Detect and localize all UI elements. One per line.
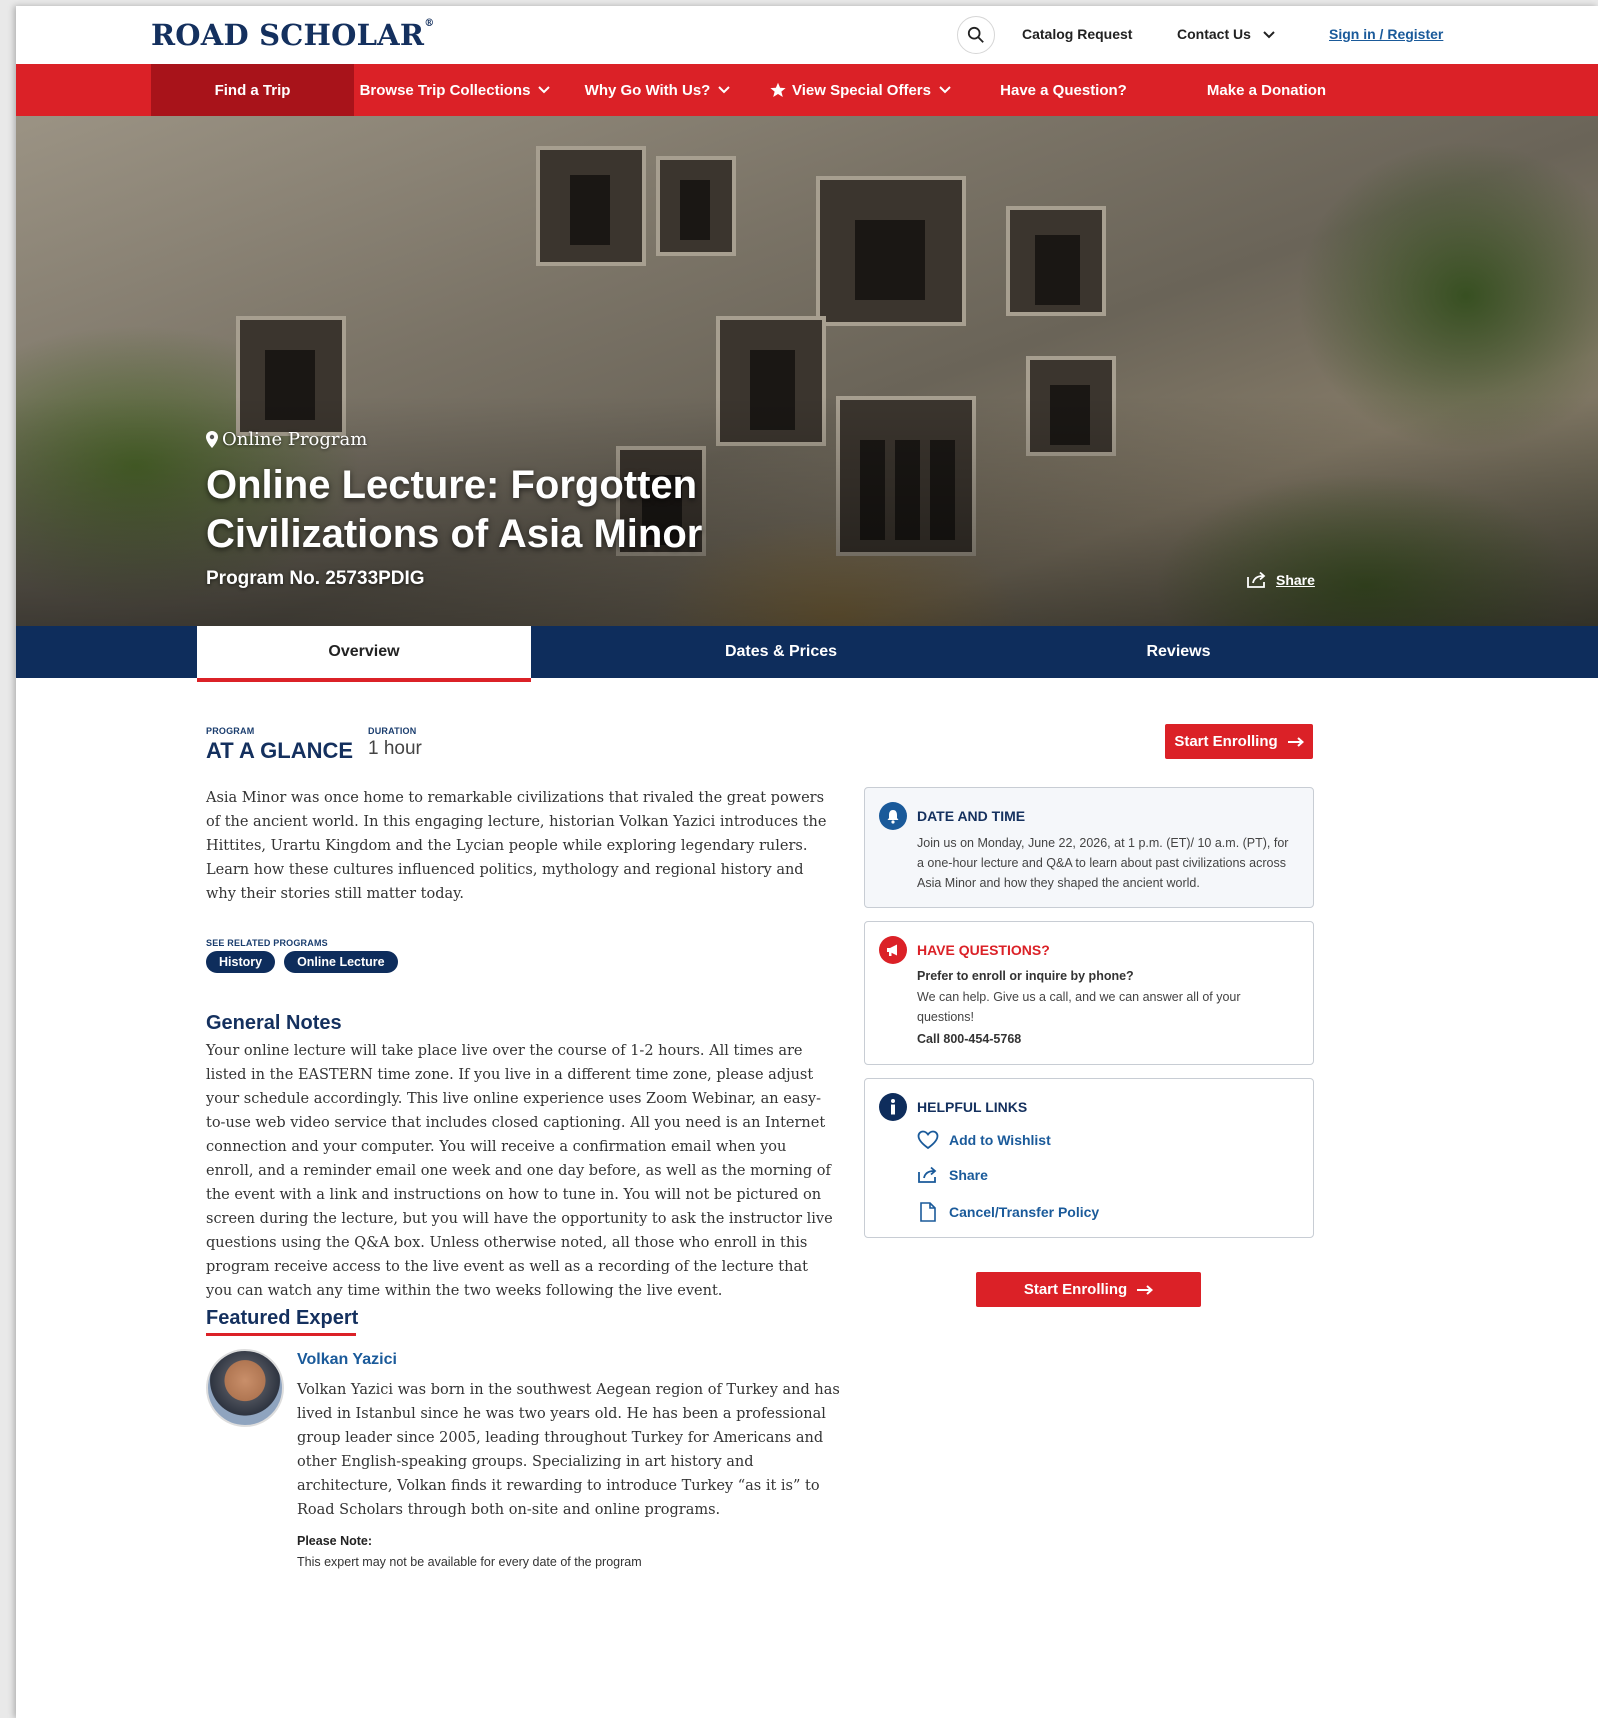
chevron-down-icon (538, 86, 551, 94)
expert-bio: Volkan Yazici was born in the southwest … (297, 1382, 840, 1518)
arrow-right-icon (1137, 1284, 1154, 1295)
hero-location-text: Online Program (222, 429, 368, 450)
have-questions-title: HAVE QUESTIONS? (917, 942, 1050, 958)
start-enrolling-label: Start Enrolling (1023, 1281, 1128, 1298)
expert-name[interactable]: Volkan Yazici (297, 1351, 397, 1369)
at-a-glance-title: AT A GLANCE (206, 738, 354, 763)
nav-label: Browse Trip Collections (359, 81, 531, 99)
info-icon (879, 1093, 907, 1121)
have-questions-text: We can help. Give us a call, and we can … (917, 990, 1241, 1024)
related-programs: History Online Lecture (206, 951, 398, 973)
tag-history[interactable]: History (206, 951, 276, 973)
nav-label: Why Go With Us? (584, 81, 711, 99)
chevron-down-icon (1263, 31, 1275, 39)
general-notes-heading: General Notes (206, 1012, 342, 1034)
nav-find-a-trip[interactable]: Find a Trip (151, 64, 354, 116)
please-note-label: Please Note: (297, 1534, 373, 1548)
nav-label: Find a Trip (214, 81, 291, 99)
date-time-card: DATE AND TIME Join us on Monday, June 22… (864, 787, 1314, 908)
cancel-transfer-policy-label: Cancel/Transfer Policy (949, 1204, 1100, 1220)
expert-avatar (206, 1349, 284, 1427)
browser-page: ROAD SCHOLAR® Catalog Request Contact Us… (16, 6, 1598, 1718)
cancel-transfer-policy-link[interactable]: Cancel/Transfer Policy (917, 1202, 1099, 1222)
search-icon (967, 26, 984, 43)
nav-label: View Special Offers (792, 81, 931, 99)
top-bar: ROAD SCHOLAR® Catalog Request Contact Us… (16, 6, 1598, 64)
start-enrolling-button-top[interactable]: Start Enrolling (1165, 724, 1313, 759)
nav-label: Have a Question? (1000, 81, 1127, 99)
start-enrolling-label: Start Enrolling (1174, 733, 1278, 750)
tab-dates-prices[interactable]: Dates & Prices (616, 626, 946, 678)
nav-make-a-donation[interactable]: Make a Donation (1165, 64, 1368, 116)
rock-tomb (816, 176, 966, 326)
share-icon (1247, 571, 1266, 588)
duration-label: DURATION (368, 726, 417, 736)
tab-overview[interactable]: Overview (197, 626, 531, 682)
arrow-right-icon (1287, 736, 1304, 747)
share-label: Share (949, 1167, 988, 1183)
catalog-request-link[interactable]: Catalog Request (1022, 26, 1132, 42)
duration-value: 1 hour (368, 738, 422, 759)
helpful-links-card: HELPFUL LINKS Add to Wishlist Share Canc… (864, 1078, 1314, 1238)
logo-registered-mark: ® (424, 18, 435, 29)
contact-us-label: Contact Us (1177, 26, 1251, 42)
at-a-glance: PROGRAM AT A GLANCE (206, 726, 353, 764)
heading-underline (206, 1333, 356, 1336)
tag-online-lecture[interactable]: Online Lecture (284, 951, 398, 973)
tab-reviews[interactable]: Reviews (1016, 626, 1341, 678)
chevron-down-icon (939, 86, 951, 94)
nav-have-a-question[interactable]: Have a Question? (962, 64, 1165, 116)
page-title: Online Lecture: Forgotten Civilizations … (206, 463, 703, 556)
hero-banner: Online Program Online Lecture: Forgotten… (16, 116, 1598, 626)
megaphone-icon (879, 936, 907, 964)
contact-us-menu[interactable]: Contact Us (1177, 26, 1275, 42)
add-to-wishlist-link[interactable]: Add to Wishlist (917, 1130, 1051, 1150)
program-description: Asia Minor was once home to remarkable c… (206, 790, 827, 902)
phone-number[interactable]: Call 800-454-5768 (917, 1029, 1297, 1049)
general-notes-text: Your online lecture will take place live… (206, 1043, 833, 1299)
chevron-down-icon (718, 86, 731, 94)
sign-in-register-link[interactable]: Sign in / Register (1329, 26, 1443, 42)
star-icon (770, 82, 786, 98)
nav-browse-trip-collections[interactable]: Browse Trip Collections (354, 64, 556, 116)
road-scholar-logo[interactable]: ROAD SCHOLAR® (151, 18, 434, 52)
hero-share-link[interactable]: Share (1246, 571, 1315, 589)
share-icon (918, 1166, 937, 1183)
rock-tomb (1006, 206, 1106, 316)
bell-icon (879, 802, 907, 830)
duration-block: DURATION 1 hour (368, 726, 422, 760)
please-note-text: This expert may not be available for eve… (297, 1555, 642, 1569)
search-button[interactable] (957, 16, 995, 54)
start-enrolling-button-bottom[interactable]: Start Enrolling (976, 1272, 1201, 1307)
program-number: Program No. 25733PDIG (206, 568, 425, 589)
rock-tomb (536, 146, 646, 266)
date-time-title: DATE AND TIME (917, 808, 1026, 824)
date-time-text: Join us on Monday, June 22, 2026, at 1 p… (917, 836, 1289, 890)
hero-location: Online Program (206, 429, 367, 450)
helpful-links-title: HELPFUL LINKS (917, 1099, 1028, 1115)
program-tabs: Overview Dates & Prices Reviews (16, 626, 1598, 682)
nav-label: Make a Donation (1206, 81, 1327, 99)
have-questions-subtitle: Prefer to enroll or inquire by phone? (917, 969, 1134, 983)
nav-view-special-offers[interactable]: View Special Offers (759, 64, 962, 116)
related-programs-label: SEE RELATED PROGRAMS (206, 938, 328, 948)
document-icon (920, 1202, 936, 1222)
nav-why-go-with-us[interactable]: Why Go With Us? (556, 64, 759, 116)
heart-icon (917, 1130, 939, 1150)
featured-expert-heading: Featured Expert (206, 1307, 359, 1329)
rock-tomb (656, 156, 736, 256)
hero-share-label: Share (1276, 572, 1315, 588)
add-to-wishlist-label: Add to Wishlist (949, 1132, 1051, 1148)
map-pin-icon (206, 431, 218, 448)
have-questions-card: HAVE QUESTIONS? Prefer to enroll or inqu… (864, 921, 1314, 1065)
main-nav: Find a Trip Browse Trip Collections Why … (16, 64, 1598, 116)
program-label: PROGRAM (206, 726, 255, 736)
share-link[interactable]: Share (917, 1166, 988, 1184)
logo-text: ROAD SCHOLAR (151, 18, 425, 52)
